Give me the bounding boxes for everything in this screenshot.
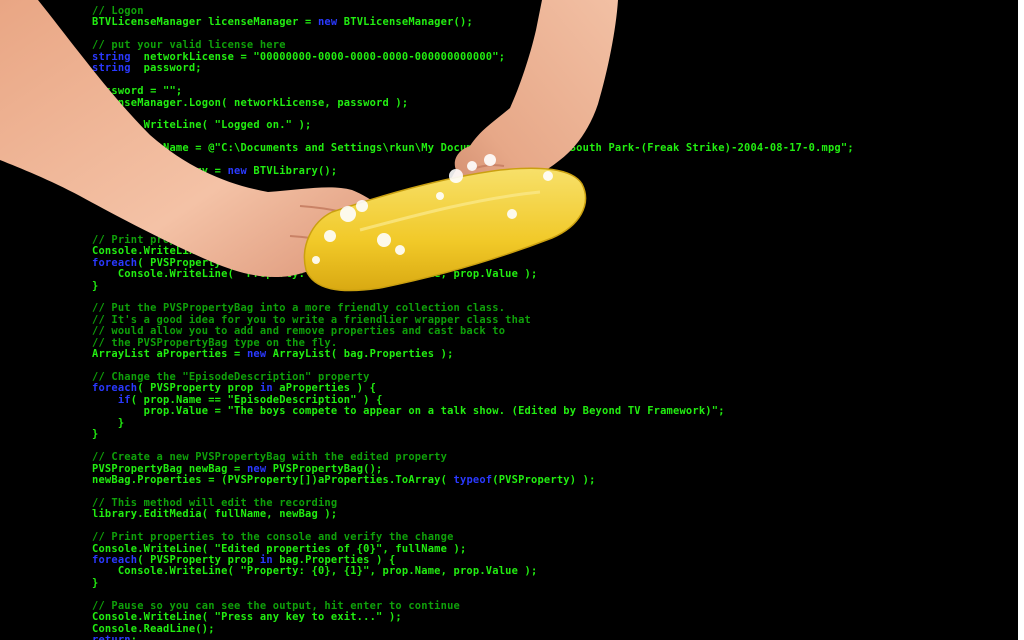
code-text: BTVLicenseManager();	[337, 16, 473, 29]
code-line: }	[92, 428, 1022, 441]
code-keyword: return	[92, 634, 131, 640]
code-line: string networkLicense = "00000000-0000-0…	[92, 50, 1022, 63]
code-line: }	[92, 279, 1022, 292]
code-comment: // Print properties to the console and v…	[92, 531, 454, 544]
code-comment: // Put the PVSPropertyBag into a more fr…	[92, 302, 506, 315]
code-comment: // put your valid license here	[92, 39, 286, 52]
code-text: networkLicense = "00000000-0000-0000-000…	[130, 50, 506, 63]
code-text: }	[92, 576, 99, 589]
code-keyword: new	[317, 16, 338, 29]
window-edge	[1018, 0, 1024, 640]
code-text: BTVLicenseManager licenseManager =	[92, 16, 318, 29]
code-keyword: foreach	[92, 256, 138, 269]
code-text: licenseManager.Logon( networkLicense, pa…	[92, 96, 409, 109]
code-line: prop.Value = "The boys compete to appear…	[92, 406, 1022, 417]
code-text: ;	[131, 634, 137, 640]
code-line: string fullName = @"C:\Documents and Set…	[92, 143, 1022, 154]
code-text: ArrayList aProperties =	[92, 348, 247, 361]
code-line: Console.ReadLine();	[92, 622, 1022, 635]
code-keyword: new	[227, 165, 247, 178]
code-text: Console.WriteLine( "Edited properties of…	[92, 542, 467, 555]
code-keyword: string	[92, 50, 131, 63]
code-text: library.EditMedia( fullName, newBag );	[92, 508, 338, 521]
code-text: ( prop.Name == "EpisodeDescription" ) {	[130, 393, 383, 406]
code-keyword: new	[246, 462, 267, 475]
code-line: Console.WriteLine( "Property: {0}, {1}",…	[92, 268, 1022, 281]
code-keyword: new	[246, 348, 267, 361]
code-keyword: typeof	[453, 473, 493, 486]
code-line: Console.WriteLine( "Logged on." );	[92, 120, 1022, 131]
code-editor-screen: // Logon BTVLicenseManager licenseManager…	[0, 0, 1024, 640]
code-comment: // Print properties to the console	[92, 233, 312, 246]
code-line: newBag.Properties = (PVSProperty[])aProp…	[92, 473, 1022, 486]
code-text: PVSPropertyBag newBag =	[92, 462, 247, 475]
code-keyword: foreach	[92, 554, 138, 566]
code-line: string password;	[92, 62, 1022, 75]
code-keyword: string	[92, 142, 131, 155]
code-keyword: in	[259, 554, 273, 566]
code-comment: // Logon	[92, 5, 144, 17]
code-keyword: in	[259, 256, 273, 269]
code-text: (PVSProperty) );	[492, 473, 596, 486]
code-line: }	[92, 416, 1022, 429]
code-line: return;	[92, 634, 1022, 640]
code-comment: // This method will edit the recording	[92, 496, 338, 509]
code-text: }	[92, 416, 125, 429]
code-line: BTVLibrary library = new BTVLibrary();	[92, 165, 1022, 178]
code-text: fullName = @"C:\Documents and Settings\r…	[130, 142, 854, 155]
code-comment: // the PVSPropertyBag type on the fly.	[92, 336, 338, 349]
code-text: ( PVSProperty prop	[137, 554, 260, 566]
code-keyword: string	[92, 62, 131, 75]
code-text: BTVLibrary();	[246, 165, 338, 178]
code-comment: // would allow you to add and remove pro…	[92, 325, 506, 338]
code-comment: // Change the "EpisodeDescription" prope…	[92, 371, 370, 383]
code-text: prop.Value = "The boys compete to appear…	[92, 405, 725, 418]
code-text: ( PVSProperty prop	[137, 256, 260, 269]
code-text: Console.WriteLine( "Press any key to exi…	[92, 611, 402, 624]
code-text: Console.ReadLine();	[92, 622, 215, 635]
code-keyword: foreach	[92, 382, 138, 395]
code-listing: // Logon BTVLicenseManager licenseManager…	[92, 5, 1022, 640]
code-text: ArrayList( bag.Properties );	[266, 348, 454, 361]
code-line: }	[92, 576, 1022, 589]
code-text: bag.Properties ) {	[272, 554, 396, 566]
code-text: password;	[130, 62, 202, 75]
code-comment: // Create a new PVSPropertyBag with the …	[92, 451, 448, 464]
code-text: Console.WriteLine( "Logged on." );	[92, 119, 312, 132]
code-text: PVSPropertyBag();	[266, 462, 383, 475]
code-line: ArrayList aProperties = new ArrayList( b…	[92, 348, 1022, 361]
code-text: Console.WriteLine( "Property: {0}, {1}",…	[92, 565, 538, 578]
code-text: password = "";	[92, 85, 183, 98]
code-text: newBag.Properties = (PVSProperty[])aProp…	[92, 473, 454, 486]
code-comment: // It's a good idea for you to write a f…	[92, 313, 531, 326]
code-text: bag.Properties ) {	[272, 256, 396, 269]
code-line: Console.WriteLine( "Press any key to exi…	[92, 611, 1022, 624]
code-text: ( PVSProperty prop	[137, 382, 260, 395]
code-line: Console.WriteLine( "Property: {0}, {1}",…	[92, 566, 1022, 577]
code-line: licenseManager.Logon( networkLicense, pa…	[92, 96, 1022, 109]
code-keyword: in	[259, 382, 273, 395]
code-keyword: if	[117, 393, 131, 406]
code-text: Console.WriteLine( "Properties of {0}", …	[92, 245, 422, 258]
code-text: Console.WriteLine( "Property: {0}, {1}",…	[92, 268, 538, 281]
code-text: BTVLibrary library =	[92, 165, 228, 178]
code-line: library.EditMedia( fullName, newBag );	[92, 509, 1022, 520]
code-text: aProperties ) {	[272, 382, 377, 395]
code-comment: // Pause so you can see the output, hit …	[92, 599, 460, 612]
code-text: }	[92, 279, 99, 292]
code-text: }	[92, 428, 99, 441]
code-line: BTVLicenseManager licenseManager = new B…	[92, 17, 1022, 28]
